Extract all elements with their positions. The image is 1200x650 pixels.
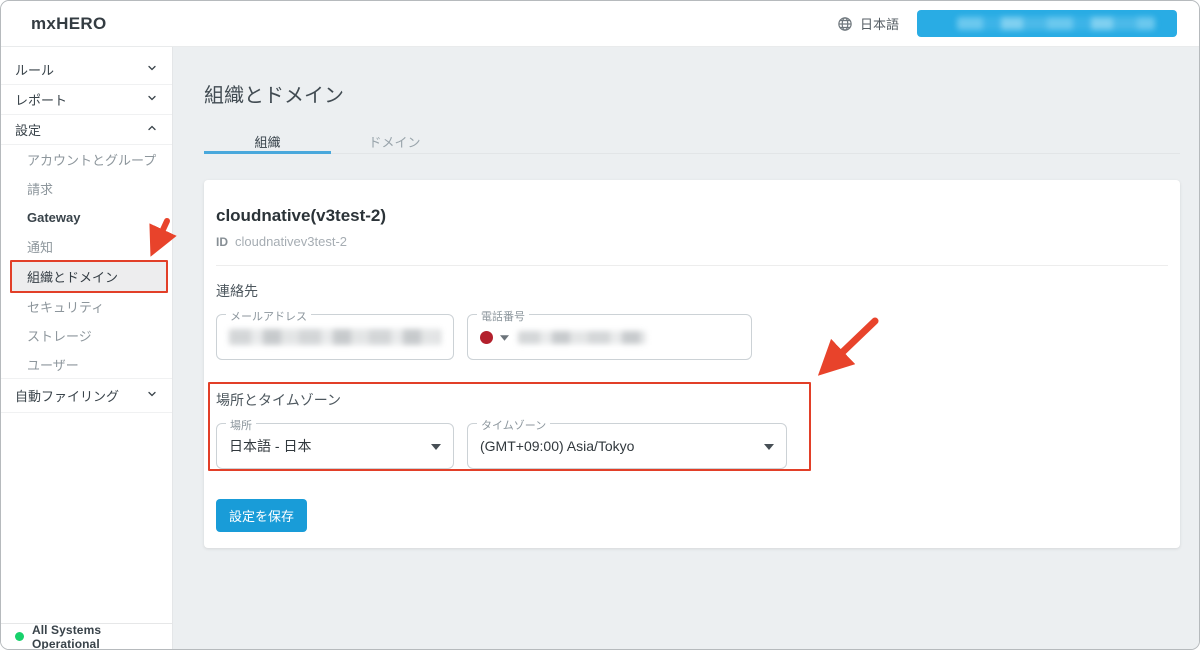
caret-down-icon [500,328,509,346]
contact-heading: 連絡先 [216,283,258,299]
timezone-select-label: タイムゾーン [477,417,551,433]
language-switcher[interactable]: 日本語 [837,14,899,33]
chevron-down-icon [146,387,158,405]
caret-down-icon [431,437,441,455]
sidebar-item-accounts-groups[interactable]: アカウントとグループ [1,145,172,174]
account-button-redacted[interactable] [917,10,1177,37]
redacted-account-text [957,17,1155,30]
location-select-value: 日本語 - 日本 [229,438,312,454]
tab-bar: 組織 ドメイン [204,132,1180,154]
sidebar-item-org-domains[interactable]: 組織とドメイン [1,260,172,293]
organization-name: cloudnative(v3test-2) [216,206,387,225]
timezone-select[interactable]: タイムゾーン (GMT+09:00) Asia/Tokyo [467,417,787,469]
timezone-select-value: (GMT+09:00) Asia/Tokyo [480,438,635,454]
organization-card: cloudnative(v3test-2) ID cloudnativev3te… [204,180,1180,548]
app-window: mxHERO 日本語 ルール レポート 設定 アカウントとグループ 請求 Gat… [0,0,1200,650]
organization-id-label: ID [216,235,228,249]
contact-section: 連絡先 メールアドレス 電話番号 [216,281,1168,360]
location-timezone-section: 場所とタイムゾーン 場所 日本語 - 日本 タイムゾーン (GMT+09:00)… [208,382,1168,471]
page-title: 組織とドメイン [204,85,344,107]
globe-icon [837,16,853,32]
redacted-phone-value [518,330,646,344]
sidebar-item-security[interactable]: セキュリティ [1,292,172,321]
phone-field-label: 電話番号 [477,308,529,324]
sidebar-item-users[interactable]: ユーザー [1,350,172,379]
sidebar-item-notifications[interactable]: 通知 [1,232,172,261]
sidebar-item-reports[interactable]: レポート [1,85,172,115]
brand-logo: mxHERO [31,13,107,33]
caret-down-icon [764,437,774,455]
email-field-label: メールアドレス [226,308,311,324]
chevron-down-icon [146,91,158,109]
sidebar: ルール レポート 設定 アカウントとグループ 請求 Gateway 通知 組織と… [1,47,173,649]
tab-organization[interactable]: 組織 [204,132,331,154]
language-label: 日本語 [859,17,899,32]
japan-flag-icon[interactable] [480,330,493,344]
location-select[interactable]: 場所 日本語 - 日本 [216,417,454,469]
location-select-label: 場所 [226,417,256,433]
top-bar-right: 日本語 [837,10,1177,37]
status-green-dot-icon [15,632,24,641]
phone-field[interactable]: 電話番号 [467,308,752,360]
organization-id-value: cloudnativev3test-2 [235,234,348,249]
save-settings-button[interactable]: 設定を保存 [216,499,308,532]
sidebar-item-rules[interactable]: ルール [1,55,172,85]
redacted-email-value [229,329,441,345]
tab-domain[interactable]: ドメイン [331,132,458,153]
sidebar-item-gateway[interactable]: Gateway [1,203,172,232]
sidebar-item-settings[interactable]: 設定 [1,115,172,145]
sidebar-item-billing[interactable]: 請求 [1,174,172,203]
main-content: 組織とドメイン 組織 ドメイン cloudnative(v3test-2) ID… [173,47,1199,649]
sidebar-item-auto-filing[interactable]: 自動ファイリング [1,379,172,413]
status-label: All Systems Operational [31,622,102,650]
chevron-down-icon [146,61,158,79]
location-heading: 場所とタイムゾーン [216,392,342,408]
chevron-up-icon [146,121,158,139]
email-field[interactable]: メールアドレス [216,308,454,360]
top-bar: mxHERO 日本語 [1,1,1199,47]
sidebar-item-storage[interactable]: ストレージ [1,321,172,350]
system-status-link[interactable]: All Systems Operational [1,623,172,649]
organization-id-row: ID cloudnativev3test-2 [216,234,1168,249]
divider [216,265,1168,266]
